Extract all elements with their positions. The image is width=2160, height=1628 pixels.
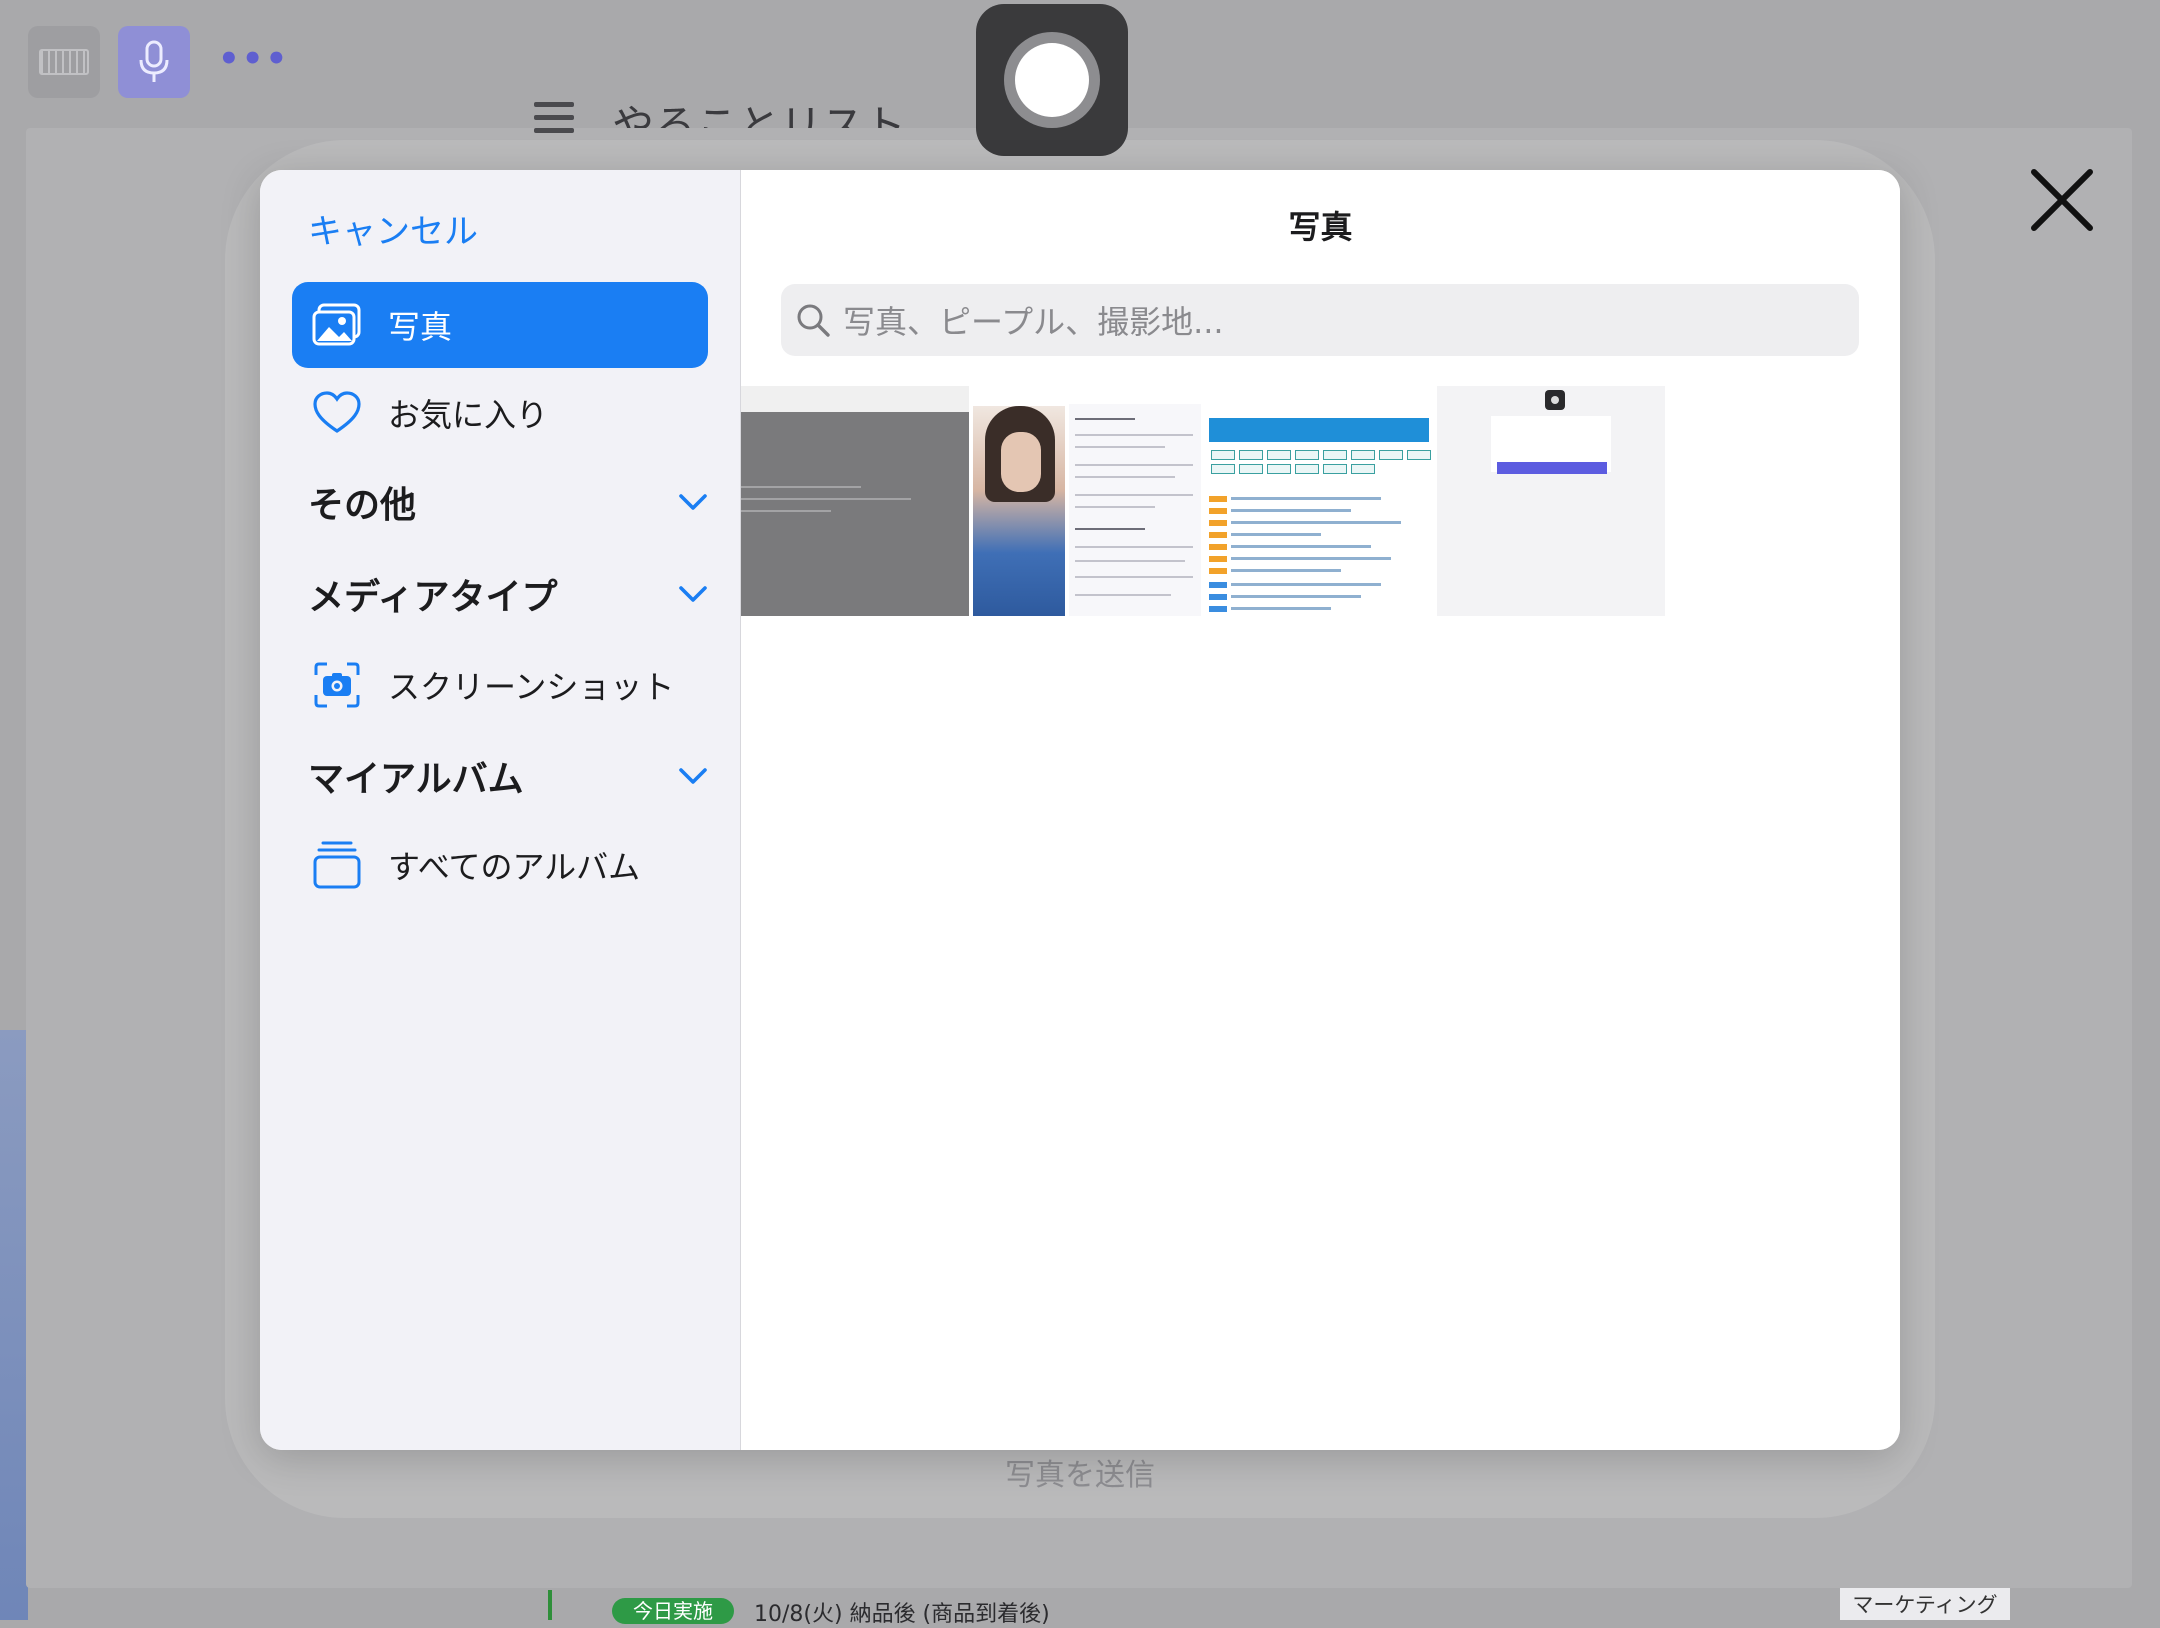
- picker-sidebar: キャンセル 写真 お気に入り その他 メディアタイプ スクリーンショット マイア…: [260, 170, 741, 1450]
- keyboard-icon: [39, 49, 89, 75]
- sidebar-item-label: スクリーンショット: [388, 668, 675, 706]
- picker-main: 写真 写真、ピープル、撮影地...: [741, 170, 1900, 1450]
- section-title: マイアルバム: [308, 759, 524, 800]
- chevron-down-icon: [679, 494, 707, 510]
- screen-record-button[interactable]: [976, 4, 1128, 156]
- task-date: 10/8(火) 納品後 (商品到着後): [754, 1602, 1050, 1627]
- section-other[interactable]: その他: [308, 472, 708, 532]
- sidebar-item-label: 写真: [388, 308, 453, 346]
- albums-stack-icon: [312, 840, 362, 890]
- sidebar-item-photos[interactable]: 写真: [292, 282, 708, 368]
- cancel-button[interactable]: キャンセル: [308, 204, 478, 253]
- section-media-types[interactable]: メディアタイプ: [308, 564, 708, 624]
- chevron-down-icon: [679, 768, 707, 784]
- section-title: メディアタイプ: [308, 577, 558, 618]
- photo-thumbnail[interactable]: [1437, 386, 1665, 616]
- picker-title: 写真: [1288, 208, 1353, 246]
- sidebar-item-all-albums[interactable]: すべてのアルバム: [292, 822, 708, 908]
- task-status-badge: 今日実施: [612, 1598, 734, 1624]
- search-icon: [797, 304, 830, 337]
- photo-picker-sheet: キャンセル 写真 お気に入り その他 メディアタイプ スクリーンショット マイア…: [260, 170, 1900, 1450]
- close-button[interactable]: [2026, 164, 2098, 236]
- more-options-button[interactable]: •••: [218, 42, 287, 76]
- section-my-albums[interactable]: マイアルバム: [308, 746, 708, 806]
- photo-thumbnail[interactable]: [1205, 386, 1433, 616]
- sidebar-item-favorites[interactable]: お気に入り: [292, 370, 708, 456]
- keyboard-button[interactable]: [28, 26, 100, 98]
- search-placeholder: 写真、ピープル、撮影地...: [843, 303, 1224, 341]
- microphone-button[interactable]: [118, 26, 190, 98]
- task-category-tag: マーケティング: [1840, 1588, 2010, 1620]
- photo-thumbnail[interactable]: [973, 386, 1201, 616]
- sidebar-item-label: お気に入り: [388, 396, 549, 434]
- sidebar-item-label: すべてのアルバム: [388, 848, 641, 886]
- screenshot-icon: [312, 660, 362, 710]
- photos-icon: [312, 300, 362, 350]
- photo-search-field[interactable]: 写真、ピープル、撮影地...: [781, 284, 1859, 356]
- background-strip: [0, 1030, 28, 1620]
- microphone-icon: [139, 40, 169, 82]
- list-icon: [534, 102, 574, 134]
- section-title: その他: [308, 485, 417, 526]
- photo-grid: [741, 386, 1671, 616]
- heart-icon: [312, 388, 362, 438]
- todo-list-title: やることリスト: [612, 101, 907, 128]
- task-row: 今日実施 10/8(火) 納品後 (商品到着後) マーケティング: [0, 1588, 2160, 1627]
- record-icon: [1004, 32, 1100, 128]
- photo-thumbnail[interactable]: [741, 386, 969, 616]
- task-row-marker: [548, 1590, 552, 1620]
- close-icon: [2031, 169, 2093, 231]
- sidebar-item-screenshots[interactable]: スクリーンショット: [292, 642, 708, 728]
- send-photo-label: 写真を送信: [1005, 1458, 1155, 1493]
- chevron-down-icon: [679, 586, 707, 602]
